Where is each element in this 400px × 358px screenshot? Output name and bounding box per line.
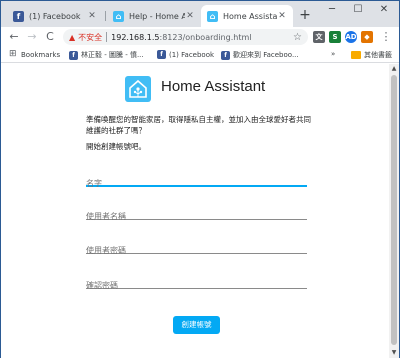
name-input[interactable] xyxy=(86,176,307,191)
menu-button[interactable]: ⋮ xyxy=(379,30,393,44)
new-tab-button[interactable]: + xyxy=(297,7,313,23)
tab-help[interactable]: ⌂ Help - Home Assist ✕ xyxy=(107,5,201,27)
translate-icon[interactable]: 文 xyxy=(313,31,325,43)
username-input[interactable] xyxy=(86,209,307,224)
folder-icon xyxy=(351,51,361,59)
page-content: Home Assistant 準備喚醒您的智能家居，取得隱私自主權，並加入由全球… xyxy=(1,64,389,358)
bookmark-label: 歡迎來到 Faceboo... xyxy=(233,51,299,59)
security-label[interactable]: 不安全 xyxy=(78,32,102,43)
omnibox-divider xyxy=(106,32,108,42)
create-account-text: 開始創建帳號吧。 xyxy=(86,142,146,151)
bookmarks-overflow[interactable]: » xyxy=(331,50,335,58)
bookmark-label: 林正毅 - 圖騰 - 憤... xyxy=(81,51,144,59)
warning-icon[interactable]: ▲ xyxy=(69,33,75,42)
bookmark-item[interactable]: ⊞ Bookmarks xyxy=(9,50,60,59)
profile-avatar[interactable]: AD xyxy=(345,31,357,43)
maximize-button[interactable]: ☐ xyxy=(345,4,371,15)
tab-title: Home Assistant xyxy=(223,11,277,21)
bookmarks-bar: ⊞ Bookmarks f 林正毅 - 圖騰 - 憤... f (1) Face… xyxy=(1,47,399,63)
confirm-password-field[interactable] xyxy=(86,273,307,293)
reload-button[interactable]: C xyxy=(43,30,57,44)
bookmark-label: Bookmarks xyxy=(21,50,61,59)
close-window-button[interactable]: ✕ xyxy=(371,4,397,15)
tab-title: Help - Home Assist xyxy=(129,11,185,21)
browser-window: f (1) Facebook ✕ ⌂ Help - Home Assist ✕ … xyxy=(0,0,400,358)
bookmark-item[interactable]: f 林正毅 - 圖騰 - 憤... xyxy=(69,50,144,60)
facebook-icon: f xyxy=(13,10,24,22)
create-account-button[interactable]: 創建帳號 xyxy=(173,316,220,334)
scrollbar[interactable]: ▲ ▼ xyxy=(389,64,399,358)
username-field[interactable] xyxy=(86,204,307,224)
password-input[interactable] xyxy=(86,243,307,258)
apps-icon: ⊞ xyxy=(9,49,17,59)
password-field[interactable] xyxy=(86,238,307,258)
forward-button[interactable]: → xyxy=(25,30,39,44)
facebook-icon: f xyxy=(157,50,166,59)
bookmark-label: (1) Facebook xyxy=(169,50,215,59)
scroll-down-arrow[interactable]: ▼ xyxy=(389,348,399,358)
bookmark-item[interactable]: f 歡迎來到 Faceboo... xyxy=(221,50,299,60)
browser-toolbar: ← → C ▲ 不安全 192.168.1.5:8123/onboarding.… xyxy=(1,27,399,47)
tab-facebook[interactable]: f (1) Facebook ✕ xyxy=(7,5,103,27)
bookmark-item[interactable]: f (1) Facebook xyxy=(157,50,214,59)
close-icon[interactable]: ✕ xyxy=(185,11,195,21)
confirm-password-input[interactable] xyxy=(86,278,307,293)
extension-icon[interactable]: ◆ xyxy=(361,31,373,43)
close-icon[interactable]: ✕ xyxy=(277,11,287,21)
bookmark-star-icon[interactable]: ☆ xyxy=(293,32,302,43)
intro-text: 準備喚醒您的智能家居，取得隱私自主權，並加入由全球愛好者共同維護的社群了嗎？ xyxy=(86,115,311,135)
extension-icon[interactable]: S xyxy=(329,31,341,43)
tab-home-assistant[interactable]: ⌂ Home Assistant ✕ xyxy=(201,5,293,27)
home-assistant-icon: ⌂ xyxy=(207,10,218,22)
tab-strip: f (1) Facebook ✕ ⌂ Help - Home Assist ✕ … xyxy=(1,1,399,27)
url-path: :8123/onboarding.html xyxy=(159,32,252,42)
address-bar[interactable]: ▲ 不安全 192.168.1.5:8123/onboarding.html ☆ xyxy=(63,29,308,45)
url-host: 192.168.1.5 xyxy=(111,32,160,42)
facebook-icon: f xyxy=(69,50,78,60)
facebook-icon: f xyxy=(221,50,230,60)
tab-title: (1) Facebook xyxy=(29,11,81,21)
brand-title: Home Assistant xyxy=(161,78,266,95)
back-button[interactable]: ← xyxy=(7,30,21,44)
url-text[interactable]: 192.168.1.5:8123/onboarding.html xyxy=(111,33,293,42)
minimize-button[interactable]: ─ xyxy=(319,4,345,15)
bookmark-label: 其他書籤 xyxy=(364,51,392,59)
scrollbar-thumb[interactable] xyxy=(391,75,397,345)
name-field[interactable] xyxy=(86,171,307,191)
close-icon[interactable]: ✕ xyxy=(87,11,97,21)
scroll-up-arrow[interactable]: ▲ xyxy=(389,64,399,74)
other-bookmarks-folder[interactable]: 其他書籤 xyxy=(351,50,392,60)
home-assistant-logo xyxy=(125,76,151,102)
tab-divider xyxy=(105,11,106,21)
home-assistant-icon: ⌂ xyxy=(113,10,124,22)
